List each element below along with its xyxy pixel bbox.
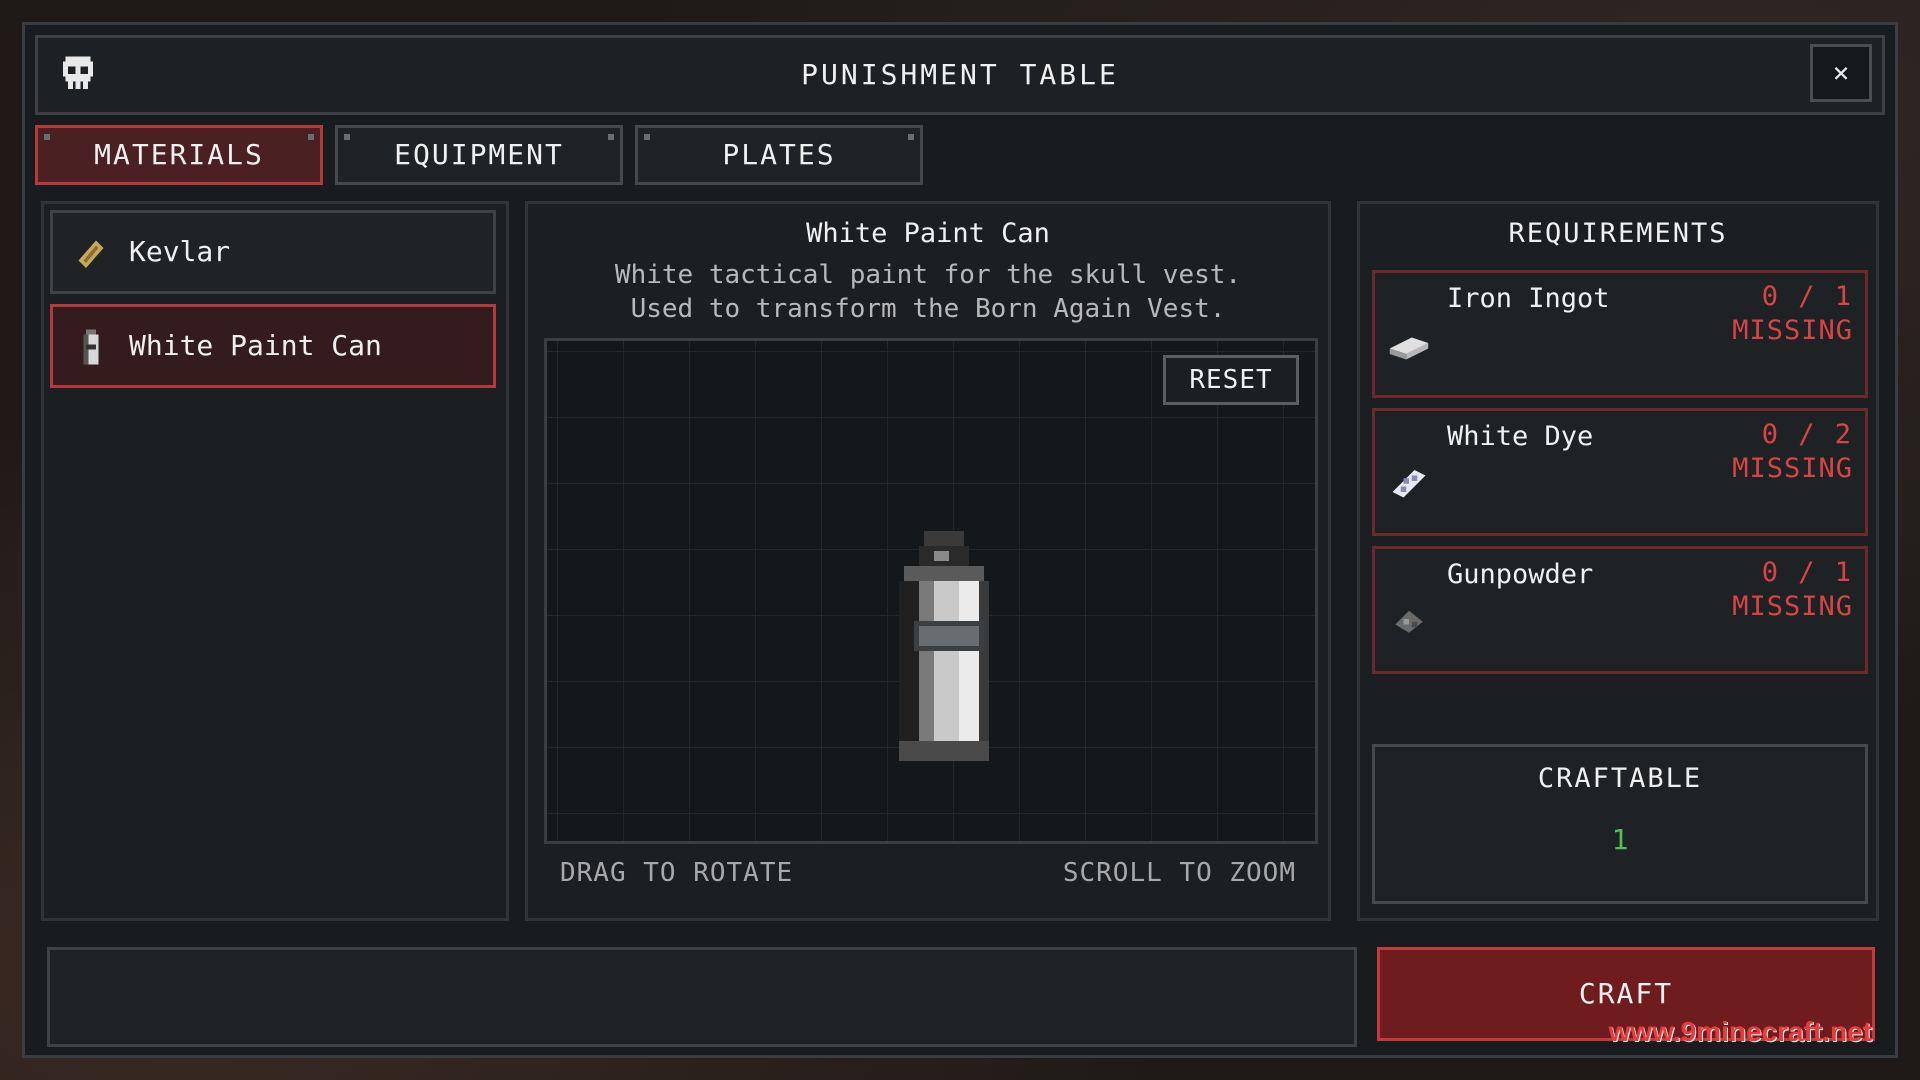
requirement-iron-ingot: Iron Ingot 0 / 1 MISSING [1372,270,1868,398]
materials-list-panel: Kevlar White Paint Can [41,201,509,921]
requirement-name: White Dye [1447,421,1594,452]
requirement-status: MISSING [1732,591,1853,622]
gunpowder-icon [1395,610,1423,633]
corner-dot [608,134,614,140]
tab-label: EQUIPMENT [394,138,564,171]
description-line: Used to transform the Born Again Vest. [630,294,1226,324]
craftable-box: CRAFTABLE 1 [1372,744,1868,904]
crafting-window: PUNISHMENT TABLE × MATERIALS EQUIPMENT P… [22,22,1898,1058]
tab-plates[interactable]: PLATES [635,125,923,185]
requirement-count: 0 / 2 [1761,419,1853,450]
tab-materials[interactable]: MATERIALS [35,125,323,185]
corner-dot [344,134,350,140]
title-bar: PUNISHMENT TABLE × [35,35,1885,115]
paint-can-icon [83,329,99,365]
kevlar-icon [78,240,104,268]
list-item-kevlar[interactable]: Kevlar [50,210,496,294]
zoom-hint: SCROLL TO ZOOM [1062,858,1296,888]
watermark: www.9minecraft.net [1608,1016,1872,1047]
window-title: PUNISHMENT TABLE [801,58,1119,91]
white-dye-icon [1392,470,1426,498]
corner-dot [308,134,314,140]
iron-ingot-icon [1389,337,1429,360]
rotate-hint: DRAG TO ROTATE [560,858,794,888]
output-slot-bar [47,947,1357,1047]
paint-can-model [899,531,989,761]
corner-dot [644,134,650,140]
requirement-name: Iron Ingot [1447,283,1610,314]
requirement-name: Gunpowder [1447,559,1594,590]
requirement-count: 0 / 1 [1761,557,1853,588]
item-description: White tactical paint for the skull vest.… [528,258,1328,326]
requirement-count: 0 / 1 [1761,281,1853,312]
requirements-title: REQUIREMENTS [1508,218,1728,249]
requirement-gunpowder: Gunpowder 0 / 1 MISSING [1372,546,1868,674]
craftable-count: 1 [1611,823,1629,856]
close-button[interactable]: × [1810,44,1872,102]
item-detail-panel: White Paint Can White tactical paint for… [525,201,1331,921]
tab-label: PLATES [722,138,836,171]
requirement-status: MISSING [1732,315,1853,346]
item-title: White Paint Can [806,218,1050,249]
corner-dot [908,134,914,140]
description-line: White tactical paint for the skull vest. [614,260,1242,290]
list-item-label: White Paint Can [129,329,382,362]
tab-label: MATERIALS [94,138,264,171]
list-item-label: Kevlar [129,235,231,268]
tab-equipment[interactable]: EQUIPMENT [335,125,623,185]
corner-dot [44,134,50,140]
craftable-label: CRAFTABLE [1537,763,1703,794]
list-item-white-paint-can[interactable]: White Paint Can [50,304,496,388]
requirement-status: MISSING [1732,453,1853,484]
item-3d-viewport[interactable]: RESET [544,338,1318,844]
requirements-panel: REQUIREMENTS Iron Ingot 0 / 1 MISSING Wh… [1357,201,1879,921]
requirement-white-dye: White Dye 0 / 2 MISSING [1372,408,1868,536]
reset-view-button[interactable]: RESET [1163,355,1299,405]
